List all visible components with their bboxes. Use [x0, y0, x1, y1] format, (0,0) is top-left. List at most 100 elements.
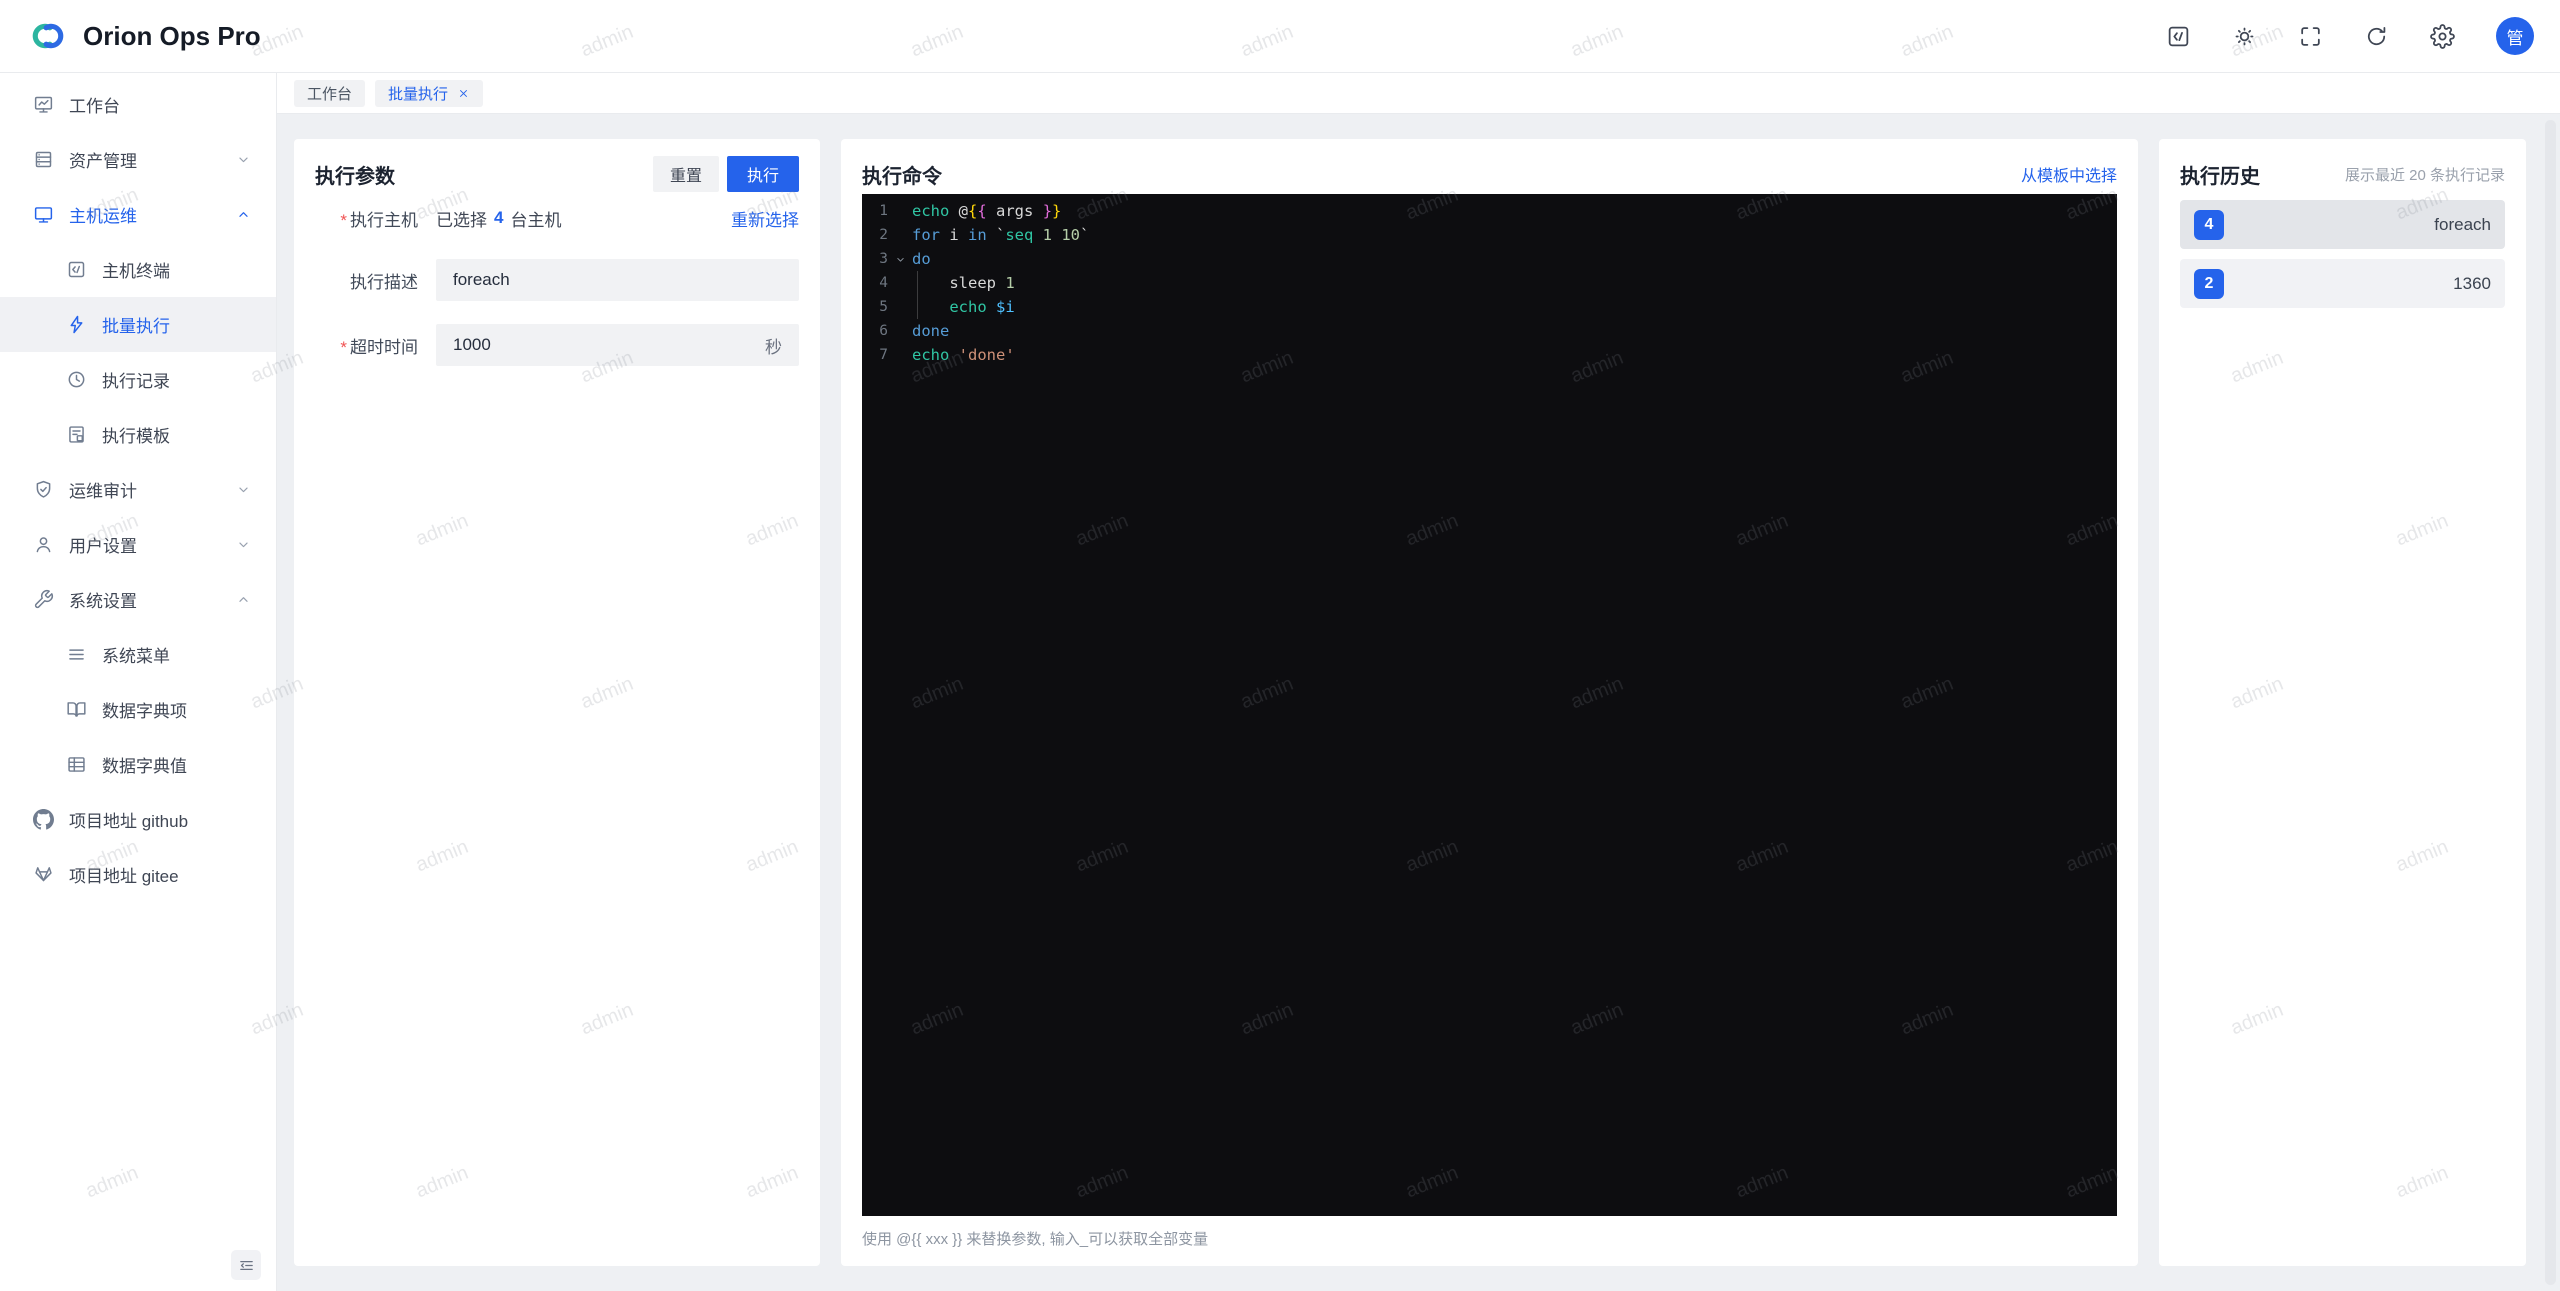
choose-template-link[interactable]: 从模板中选择 — [2021, 162, 2117, 186]
sidebar-item-user-settings[interactable]: 用户设置 — [0, 517, 276, 572]
workbench-icon — [33, 94, 54, 115]
sidebar-item-label: 工作台 — [69, 92, 120, 117]
app-title: Orion Ops Pro — [83, 21, 261, 52]
description-input-wrap — [436, 259, 799, 301]
settings-gear-icon — [2430, 24, 2455, 49]
timeout-label: *超时时间 — [315, 333, 418, 358]
required-mark: * — [340, 211, 347, 230]
sidebar-item-host-ops[interactable]: 主机运维 — [0, 187, 276, 242]
reselect-hosts-link[interactable]: 重新选择 — [731, 206, 799, 231]
theme-sun-icon — [2232, 24, 2257, 49]
fold-gutter — [888, 343, 912, 367]
sidebar-item-assets[interactable]: 资产管理 — [0, 132, 276, 187]
exec-history-meta: 展示最近 20 条执行记录 — [2345, 164, 2505, 185]
indent-guide — [917, 295, 918, 319]
sidebar-item-ops-audit[interactable]: 运维审计 — [0, 462, 276, 517]
template-doc-icon — [66, 424, 87, 445]
chevron-down-icon — [235, 151, 252, 168]
code-line: 2for i in `seq 1 10` — [862, 223, 2117, 247]
exec-params-header: 执行参数 重置 执行 — [315, 156, 799, 192]
code-line: 5 echo $i — [862, 295, 2117, 319]
sidebar-item-system-menu[interactable]: 系统菜单 — [0, 627, 276, 682]
history-item[interactable]: 4foreach — [2180, 200, 2505, 249]
sidebar-item-exec-log[interactable]: 执行记录 — [0, 352, 276, 407]
description-input[interactable] — [453, 270, 782, 290]
wrench-icon — [33, 589, 54, 610]
history-item-text: foreach — [2434, 215, 2491, 235]
code-terminal-button[interactable] — [2166, 24, 2191, 49]
sidebar-item-label: 项目地址 github — [69, 807, 188, 832]
fullscreen-button[interactable] — [2298, 24, 2323, 49]
sidebar-item-label: 执行记录 — [102, 367, 170, 392]
line-number: 4 — [862, 271, 888, 295]
history-item[interactable]: 21360 — [2180, 259, 2505, 308]
sidebar-item-label: 主机运维 — [69, 202, 137, 227]
reset-button[interactable]: 重置 — [653, 156, 719, 192]
code-editor[interactable]: 1echo @{{ args }}2for i in `seq 1 10`3do… — [862, 194, 2117, 1216]
run-button[interactable]: 执行 — [727, 156, 799, 192]
page-scrollbar[interactable] — [2545, 120, 2556, 1285]
line-number: 7 — [862, 343, 888, 367]
sidebar-collapse-button[interactable] — [231, 1250, 261, 1280]
hosts-value-prefix: 已选择 — [436, 206, 487, 231]
lightning-icon — [66, 314, 87, 335]
sidebar-item-system-settings[interactable]: 系统设置 — [0, 572, 276, 627]
app-header: Orion Ops Pro 管 — [0, 0, 2560, 73]
sidebar-item-workbench[interactable]: 工作台 — [0, 77, 276, 132]
sidebar-item-github-link[interactable]: 项目地址 github — [0, 792, 276, 847]
code-line: 1echo @{{ args }} — [862, 199, 2117, 223]
github-icon — [33, 809, 54, 830]
sidebar-item-gitee-link[interactable]: 项目地址 gitee — [0, 847, 276, 902]
description-label: 执行描述 — [315, 268, 418, 293]
clock-history-icon — [66, 369, 87, 390]
hosts-count: 4 — [494, 208, 503, 228]
panel-exec-history: 执行历史 展示最近 20 条执行记录 4foreach 21360 — [2159, 139, 2526, 1266]
sidebar-item-exec-template[interactable]: 执行模板 — [0, 407, 276, 462]
exec-history-header: 执行历史 展示最近 20 条执行记录 — [2180, 156, 2505, 192]
fold-gutter — [888, 319, 912, 343]
sidebar-item-label: 数据字典项 — [102, 697, 187, 722]
sidebar-item-dict-value[interactable]: 数据字典值 — [0, 737, 276, 792]
chevron-down-icon — [235, 536, 252, 553]
sidebar-item-dict-item[interactable]: 数据字典项 — [0, 682, 276, 737]
fold-gutter — [888, 247, 912, 271]
theme-sun-button[interactable] — [2232, 24, 2257, 49]
tab-workbench[interactable]: 工作台 — [294, 80, 365, 107]
fold-gutter — [888, 295, 912, 319]
editor-hint: 使用 @{{ xxx }} 来替换参数, 输入_可以获取全部变量 — [862, 1228, 2117, 1249]
history-host-count-badge: 2 — [2194, 269, 2224, 299]
timeout-input[interactable] — [453, 335, 765, 355]
logo-icon — [26, 19, 70, 53]
tab-batch-exec[interactable]: 批量执行 — [375, 80, 483, 107]
hosts-selected-value: 已选择 4 台主机 — [436, 206, 561, 231]
app-body: 工作台资产管理主机运维主机终端批量执行执行记录执行模板运维审计用户设置系统设置系… — [0, 73, 2560, 1291]
line-number: 1 — [862, 199, 888, 223]
chevron-up-icon — [235, 591, 252, 608]
hosts-value-suffix: 台主机 — [510, 206, 561, 231]
close-x-icon — [457, 87, 470, 100]
menu-fold-icon — [238, 1257, 255, 1274]
sidebar-item-label: 用户设置 — [69, 532, 137, 557]
exec-command-header: 执行命令 从模板中选择 — [862, 156, 2117, 192]
user-avatar[interactable]: 管 — [2496, 17, 2534, 55]
sidebar-item-host-terminal[interactable]: 主机终端 — [0, 242, 276, 297]
assets-icon — [33, 149, 54, 170]
line-number: 5 — [862, 295, 888, 319]
form-row-hosts: *执行主机 已选择 4 台主机 重新选择 — [315, 200, 799, 236]
sidebar-menu: 工作台资产管理主机运维主机终端批量执行执行记录执行模板运维审计用户设置系统设置系… — [0, 73, 276, 902]
sidebar-item-label: 项目地址 gitee — [69, 862, 179, 887]
panel-exec-command: 执行命令 从模板中选择 1echo @{{ args }}2for i in `… — [841, 139, 2138, 1266]
sidebar-item-label: 数据字典值 — [102, 752, 187, 777]
close-tab-icon[interactable] — [457, 87, 470, 100]
shield-check-icon — [33, 479, 54, 500]
refresh-button[interactable] — [2364, 24, 2389, 49]
tab-label: 工作台 — [307, 83, 352, 104]
code-line: 6done — [862, 319, 2117, 343]
panel-exec-params: 执行参数 重置 执行 *执行主机 已选择 4 台主机 重新选择 — [294, 139, 820, 1266]
sidebar-item-batch-exec[interactable]: 批量执行 — [0, 297, 276, 352]
chevron-down-icon — [894, 253, 907, 266]
settings-gear-button[interactable] — [2430, 24, 2455, 49]
form-row-description: 执行描述 — [315, 259, 799, 301]
terminal-icon — [66, 259, 87, 280]
required-mark: * — [340, 338, 347, 357]
